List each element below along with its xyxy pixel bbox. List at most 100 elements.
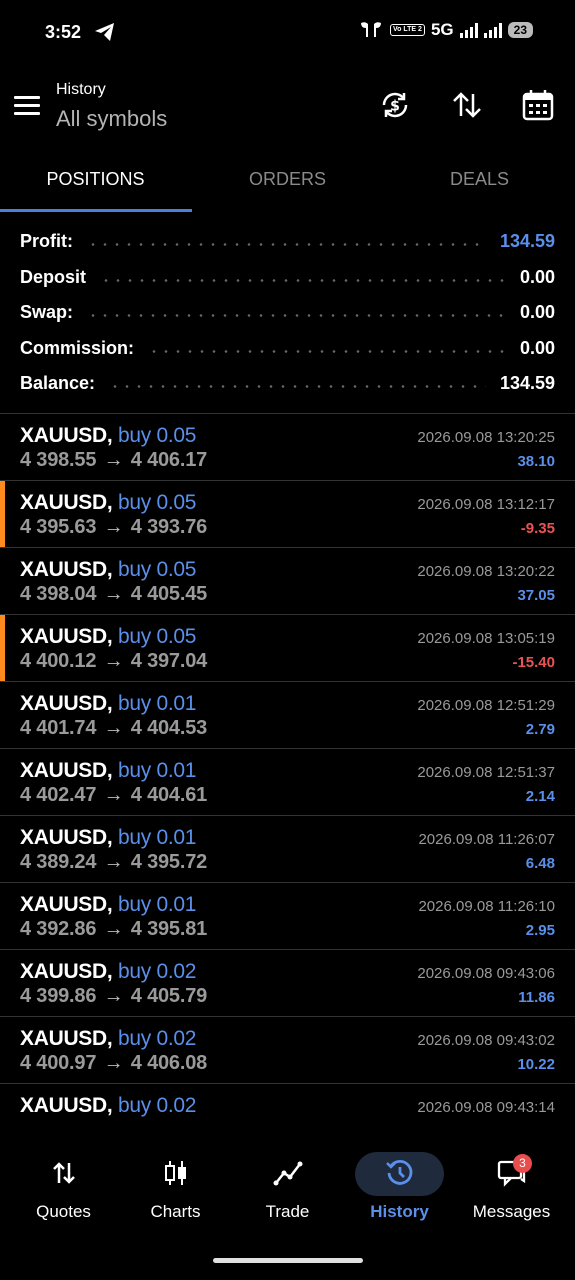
position-prices: 4 400.97 → 4 406.08: [20, 1052, 207, 1075]
arrow-icon: →: [103, 717, 124, 739]
positions-list[interactable]: XAUUSD, buy 0.05 4 398.55 → 4 406.17 202…: [0, 414, 575, 1126]
symbol-name: XAUUSD,: [20, 491, 113, 514]
position-time: 2026.09.08 09:43:14: [417, 1099, 555, 1116]
loss-marker: [0, 481, 5, 547]
symbol-name: XAUUSD,: [20, 1094, 113, 1117]
summary-deposit-value: 0.00: [519, 266, 555, 287]
position-symbol: XAUUSD, buy 0.05: [20, 491, 196, 515]
position-row[interactable]: XAUUSD, buy 0.01 4 401.74 → 4 404.53 202…: [0, 682, 575, 749]
position-profit: -15.40: [512, 654, 555, 671]
nav-messages[interactable]: Messages: [454, 1148, 569, 1222]
arrow-icon: →: [103, 449, 124, 471]
history-tabs: POSITIONS ORDERS DEALS: [0, 150, 575, 214]
close-price: 4 393.76: [130, 516, 208, 538]
trade-direction: buy 0.01: [117, 893, 197, 916]
arrow-icon: →: [103, 985, 124, 1007]
summary-label: Balance:: [20, 373, 96, 394]
open-price: 4 392.86: [20, 918, 97, 940]
position-time: 2026.09.08 12:51:29: [417, 697, 555, 714]
position-symbol: XAUUSD, buy 0.05: [20, 558, 196, 582]
nav-trade[interactable]: Trade: [230, 1148, 345, 1222]
close-price: 4 395.72: [130, 851, 208, 873]
arrow-icon: →: [103, 583, 124, 605]
open-price: 4 402.47: [20, 784, 97, 806]
position-row[interactable]: XAUUSD, buy 0.02 2026.09.08 09:43:14: [0, 1084, 575, 1126]
summary-label: Deposit: [20, 266, 87, 287]
position-prices: 4 400.12 → 4 397.04: [20, 650, 207, 673]
position-row[interactable]: XAUUSD, buy 0.05 4 400.12 → 4 397.04 202…: [0, 615, 575, 682]
arrow-icon: →: [103, 516, 124, 538]
position-time: 2026.09.08 13:20:22: [417, 563, 555, 580]
nav-history[interactable]: History: [342, 1148, 457, 1222]
dotted-leader: [87, 314, 506, 318]
position-row[interactable]: XAUUSD, buy 0.05 4 398.04 → 4 405.45 202…: [0, 548, 575, 615]
position-time: 2026.09.08 13:20:25: [417, 429, 555, 446]
summary-balance-row: Balance: 134.59: [20, 366, 555, 402]
summary-label: Swap:: [20, 302, 74, 323]
position-profit: 2.95: [525, 922, 555, 939]
open-price: 4 400.97: [20, 1052, 97, 1074]
tab-positions[interactable]: POSITIONS: [0, 150, 191, 210]
summary-swap-value: 0.00: [519, 302, 555, 323]
position-row[interactable]: XAUUSD, buy 0.01 4 392.86 → 4 395.81 202…: [0, 883, 575, 950]
position-row[interactable]: XAUUSD, buy 0.05 4 395.63 → 4 393.76 202…: [0, 481, 575, 548]
close-price: 4 395.81: [130, 918, 208, 940]
position-symbol: XAUUSD, buy 0.02: [20, 960, 196, 984]
trade-direction: buy 0.05: [117, 558, 197, 581]
menu-icon[interactable]: [14, 96, 40, 116]
close-price: 4 406.17: [130, 449, 208, 471]
position-prices: 4 402.47 → 4 404.61: [20, 784, 207, 807]
symbol-name: XAUUSD,: [20, 826, 113, 849]
battery-icon: 23: [507, 22, 533, 38]
symbol-name: XAUUSD,: [20, 625, 113, 648]
history-icon: [385, 1159, 412, 1185]
position-profit: 2.79: [525, 721, 555, 738]
position-time: 2026.09.08 11:26:10: [418, 898, 555, 915]
open-price: 4 389.24: [20, 851, 97, 873]
nav-charts[interactable]: Charts: [118, 1148, 233, 1222]
currency-refresh-icon[interactable]: $: [378, 88, 412, 122]
home-indicator[interactable]: [213, 1258, 363, 1263]
position-symbol: XAUUSD, buy 0.05: [20, 625, 196, 649]
symbol-name: XAUUSD,: [20, 759, 113, 782]
symbol-name: XAUUSD,: [20, 960, 113, 983]
arrow-icon: →: [103, 851, 124, 873]
nav-label: Quotes: [36, 1202, 91, 1221]
position-time: 2026.09.08 09:43:06: [417, 965, 555, 982]
position-row[interactable]: XAUUSD, buy 0.01 4 389.24 → 4 395.72 202…: [0, 816, 575, 883]
calendar-icon[interactable]: [521, 88, 555, 122]
tab-orders[interactable]: ORDERS: [192, 150, 383, 210]
nav-label: Charts: [150, 1202, 201, 1221]
summary-swap-row: Swap: 0.00: [20, 295, 555, 331]
symbol-filter[interactable]: All symbols: [56, 106, 167, 132]
trade-direction: buy 0.05: [117, 424, 197, 447]
svg-text:$: $: [390, 99, 400, 115]
position-row[interactable]: XAUUSD, buy 0.05 4 398.55 → 4 406.17 202…: [0, 414, 575, 481]
status-time: 3:52: [45, 22, 82, 42]
position-profit: 10.22: [517, 1056, 555, 1073]
charts-icon: [164, 1161, 186, 1185]
sort-icon[interactable]: [450, 88, 484, 122]
position-symbol: XAUUSD, buy 0.01: [20, 893, 196, 917]
nav-quotes[interactable]: Quotes: [6, 1148, 121, 1222]
position-row[interactable]: XAUUSD, buy 0.02 4 399.86 → 4 405.79 202…: [0, 950, 575, 1017]
position-symbol: XAUUSD, buy 0.02: [20, 1094, 196, 1118]
summary-commission-value: 0.00: [519, 337, 555, 358]
summary-commission-row: Commission: 0.00: [20, 331, 555, 367]
tab-deals[interactable]: DEALS: [384, 150, 575, 210]
position-row[interactable]: XAUUSD, buy 0.02 4 400.97 → 4 406.08 202…: [0, 1017, 575, 1084]
close-price: 4 404.53: [130, 717, 208, 739]
position-profit: 38.10: [517, 453, 555, 470]
summary-profit-value: 134.59: [499, 231, 555, 252]
summary-panel: Profit: 134.59 Deposit 0.00 Swap: 0.00 C…: [20, 224, 555, 402]
symbol-name: XAUUSD,: [20, 692, 113, 715]
trade-direction: buy 0.02: [117, 960, 197, 983]
position-row[interactable]: XAUUSD, buy 0.01 4 402.47 → 4 404.61 202…: [0, 749, 575, 816]
trade-icon: [273, 1161, 302, 1186]
position-prices: 4 401.74 → 4 404.53: [20, 717, 207, 740]
arrow-icon: →: [103, 784, 124, 806]
signal-icon-1: [459, 22, 478, 38]
quotes-icon: [52, 1162, 75, 1184]
symbol-name: XAUUSD,: [20, 893, 113, 916]
summary-label: Commission:: [20, 337, 135, 358]
